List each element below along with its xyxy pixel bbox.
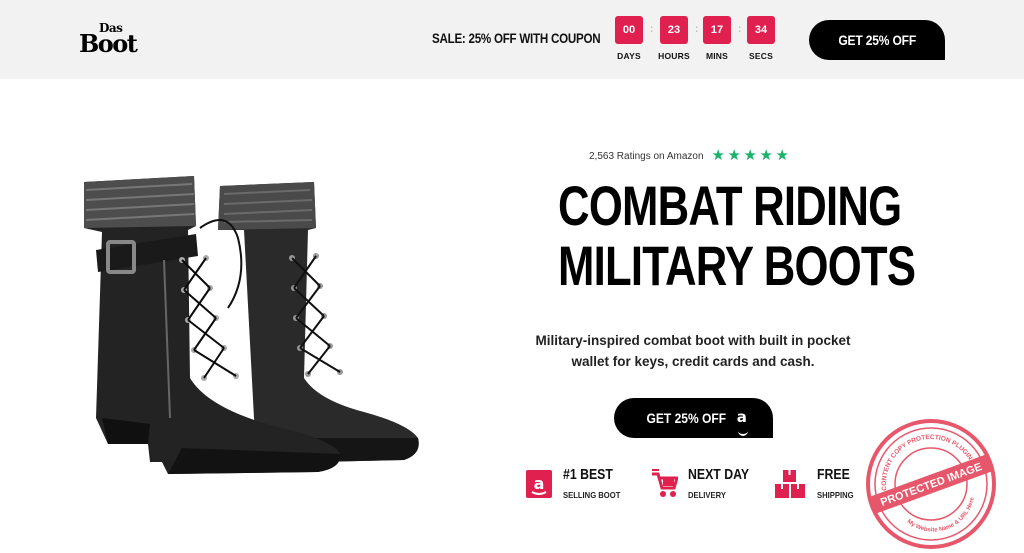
boxes-icon bbox=[775, 470, 805, 498]
countdown-hours-value: 23 bbox=[660, 16, 688, 44]
protected-image-stamp: CONTENT COPY PROTECTION PLUGIN My Websit… bbox=[866, 419, 996, 549]
countdown-days-value: 00 bbox=[615, 16, 643, 44]
stamp-outer-bottom: My Website Name & URL Here bbox=[904, 494, 983, 543]
countdown-mins: 17 MINS bbox=[700, 16, 734, 61]
star-icon: ★ bbox=[727, 147, 741, 164]
feature-title: FREE bbox=[817, 466, 850, 483]
star-icon: ★ bbox=[759, 147, 773, 164]
feature-best-selling: a #1 BEST SELLING BOOT bbox=[525, 466, 627, 506]
feature-next-day: NEXT DAY DELIVERY bbox=[650, 466, 762, 506]
das-boot-logo[interactable]: Das Boot bbox=[79, 22, 151, 58]
countdown-secs-label: SECS bbox=[749, 51, 773, 61]
sale-text: SALE: 25% OFF WITH COUPON bbox=[432, 31, 601, 46]
feature-title: NEXT DAY bbox=[688, 466, 750, 483]
countdown-hours: 23 HOURS bbox=[657, 16, 691, 61]
star-icon: ★ bbox=[743, 147, 757, 164]
countdown-mins-value: 17 bbox=[703, 16, 731, 44]
headline-line-2: MILITARY BOOTS bbox=[558, 234, 916, 297]
ratings-row: 2,563 Ratings on Amazon ★ ★ ★ ★ ★ bbox=[589, 148, 790, 164]
countdown-secs-value: 34 bbox=[747, 16, 775, 44]
countdown-separator: : bbox=[650, 24, 654, 35]
feature-title: #1 BEST bbox=[563, 466, 613, 483]
feature-subtitle: SELLING BOOT bbox=[563, 490, 621, 500]
countdown-secs: 34 SECS bbox=[744, 16, 778, 61]
star-rating: ★ ★ ★ ★ ★ bbox=[711, 147, 790, 164]
countdown-separator: : bbox=[738, 24, 742, 35]
amazon-badge-icon: a bbox=[526, 470, 552, 498]
amazon-a-icon: a bbox=[737, 397, 748, 437]
countdown-days-label: DAYS bbox=[617, 51, 641, 61]
ratings-count: 2,563 Ratings on Amazon bbox=[589, 150, 704, 162]
svg-text:a: a bbox=[534, 474, 545, 493]
countdown-days: 00 DAYS bbox=[612, 16, 646, 61]
get-discount-label: GET 25% OFF bbox=[646, 410, 727, 426]
countdown-mins-label: MINS bbox=[705, 51, 729, 61]
get-discount-button-main[interactable]: GET 25% OFF a bbox=[614, 398, 773, 438]
star-icon: ★ bbox=[775, 147, 789, 164]
star-icon: ★ bbox=[711, 147, 725, 164]
logo-bottom-text: Boot bbox=[79, 29, 138, 58]
promo-bar: Das Boot SALE: 25% OFF WITH COUPON 00 DA… bbox=[0, 0, 1024, 79]
product-boots-image bbox=[84, 176, 419, 474]
get-discount-button-top[interactable]: GET 25% OFF bbox=[809, 20, 945, 60]
countdown-separator: : bbox=[695, 24, 699, 35]
get-discount-label: GET 25% OFF bbox=[838, 32, 916, 48]
product-headline: COMBAT RIDING MILITARY BOOTS bbox=[520, 174, 916, 297]
feature-subtitle: DELIVERY bbox=[688, 490, 726, 500]
countdown-hours-label: HOURS bbox=[658, 51, 690, 61]
feature-subtitle: SHIPPING bbox=[817, 490, 854, 500]
feature-free-shipping: FREE SHIPPING bbox=[773, 466, 858, 506]
cart-fast-icon bbox=[652, 469, 678, 497]
headline-line-1: COMBAT RIDING bbox=[558, 174, 902, 237]
svg-text:My Website Name & URL Here: My Website Name & URL Here bbox=[904, 494, 983, 543]
product-description: Military-inspired combat boot with built… bbox=[535, 333, 851, 369]
